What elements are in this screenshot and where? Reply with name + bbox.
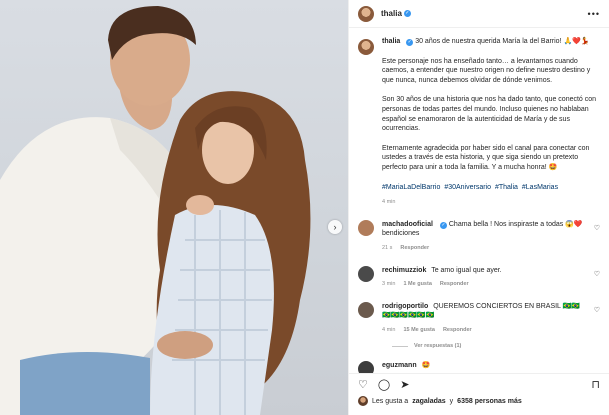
view-replies-label: Ver respuestas (1) bbox=[414, 343, 462, 350]
post-username[interactable]: thalia bbox=[381, 9, 402, 18]
comment-username[interactable]: rodrigoportilo bbox=[382, 303, 428, 310]
post-header: thalia ✓ ••• bbox=[349, 0, 609, 28]
avatar bbox=[358, 396, 368, 406]
comments-scroll-area[interactable]: thalia ✓ 30 años de nuestra querida Marí… bbox=[349, 29, 609, 373]
heart-icon[interactable]: ♡ bbox=[594, 306, 600, 314]
share-icon[interactable]: ➤ bbox=[400, 379, 409, 391]
comment-time: 3 min bbox=[382, 281, 396, 288]
heart-icon[interactable]: ♡ bbox=[358, 379, 368, 391]
more-horizontal-icon[interactable]: ••• bbox=[588, 9, 600, 19]
caption-username[interactable]: thalia bbox=[382, 38, 400, 45]
comment-item: rechimuzziok Te amo igual que ayer. 3 mi… bbox=[358, 265, 600, 290]
action-bar: ♡ ◯ ➤ ⊓ bbox=[349, 374, 609, 396]
avatar[interactable] bbox=[358, 361, 374, 373]
verified-badge-icon: ✓ bbox=[439, 221, 447, 229]
post-detail-panel: thalia ✓ ••• thalia ✓ 30 años de nuestra… bbox=[348, 0, 609, 415]
bookmark-icon[interactable]: ⊓ bbox=[591, 379, 600, 391]
caption-avatar[interactable] bbox=[358, 39, 374, 55]
hashtag-link[interactable]: #Thalia bbox=[495, 184, 518, 191]
avatar[interactable] bbox=[358, 265, 374, 282]
likes-summary: Les gusta a zagaladas y 6358 personas má… bbox=[349, 396, 609, 406]
comment-icon[interactable]: ◯ bbox=[378, 379, 390, 391]
view-replies-button[interactable]: Ver respuestas (1) bbox=[392, 343, 600, 349]
verified-badge-icon: ✓ bbox=[403, 10, 411, 17]
divider bbox=[392, 345, 408, 347]
comment-username[interactable]: rechimuzziok bbox=[382, 267, 426, 274]
couple-photo-illustration bbox=[0, 6, 311, 415]
caption-intro: 30 años de nuestra querida María la del … bbox=[415, 38, 590, 45]
caption-time: 4 min bbox=[382, 199, 396, 206]
caption-paragraph-1: Este personaje nos ha enseñado tanto… a … bbox=[382, 57, 591, 84]
reply-button[interactable]: Responder bbox=[443, 326, 472, 336]
likes-count[interactable]: 6358 personas más bbox=[457, 398, 522, 405]
caption-paragraph-3: Eternamente agradecida por haber sido el… bbox=[382, 144, 590, 171]
comment-time: 4 min bbox=[382, 326, 396, 333]
likes-user[interactable]: zagaladas bbox=[412, 398, 445, 405]
next-photo-button[interactable]: › bbox=[328, 220, 342, 234]
post-actions-footer: ♡ ◯ ➤ ⊓ Les gusta a zagaladas y 6358 per… bbox=[349, 373, 609, 415]
heart-icon[interactable]: ♡ bbox=[594, 270, 600, 278]
comment-likes[interactable]: 1 Me gusta bbox=[403, 280, 431, 290]
avatar[interactable] bbox=[358, 301, 374, 318]
caption-hashtags: #MariaLaDelBarrio #30Aniversario #Thalia… bbox=[382, 183, 600, 193]
heart-icon[interactable]: ♡ bbox=[594, 224, 600, 232]
caption: thalia ✓ 30 años de nuestra querida Marí… bbox=[358, 37, 600, 208]
comment-username[interactable]: eguzmann bbox=[382, 362, 417, 369]
likes-mid: y bbox=[449, 397, 454, 405]
comment-item: eguzmann 🤩 bbox=[358, 361, 600, 373]
post-photo: › bbox=[0, 0, 348, 415]
hashtag-link[interactable]: #LasMarias bbox=[522, 184, 558, 191]
comment-text: 🤩 bbox=[421, 362, 431, 370]
hashtag-link[interactable]: #MariaLaDelBarrio bbox=[382, 184, 440, 191]
comment-likes[interactable]: 15 Me gusta bbox=[403, 326, 434, 336]
reply-button[interactable]: Responder bbox=[400, 244, 429, 254]
likes-prefix: Les gusta a bbox=[372, 397, 409, 405]
verified-badge-icon: ✓ bbox=[406, 39, 414, 46]
comment-item: rodrigoportilo QUEREMOS CONCIERTOS EN BR… bbox=[358, 301, 600, 336]
avatar[interactable] bbox=[358, 219, 374, 236]
comment-username[interactable]: machadooficial bbox=[382, 221, 433, 228]
caption-paragraph-2: Son 30 años de una historia que nos ha d… bbox=[382, 96, 597, 133]
comment-text: Te amo igual que ayer. bbox=[431, 266, 502, 274]
comment-item: machadooficial ✓ Chama bella ! Nos inspi… bbox=[358, 219, 600, 254]
avatar[interactable] bbox=[358, 5, 374, 22]
hashtag-link[interactable]: #30Aniversario bbox=[444, 184, 491, 191]
comment-time: 21 s bbox=[382, 244, 393, 251]
reply-button[interactable]: Responder bbox=[440, 280, 469, 290]
